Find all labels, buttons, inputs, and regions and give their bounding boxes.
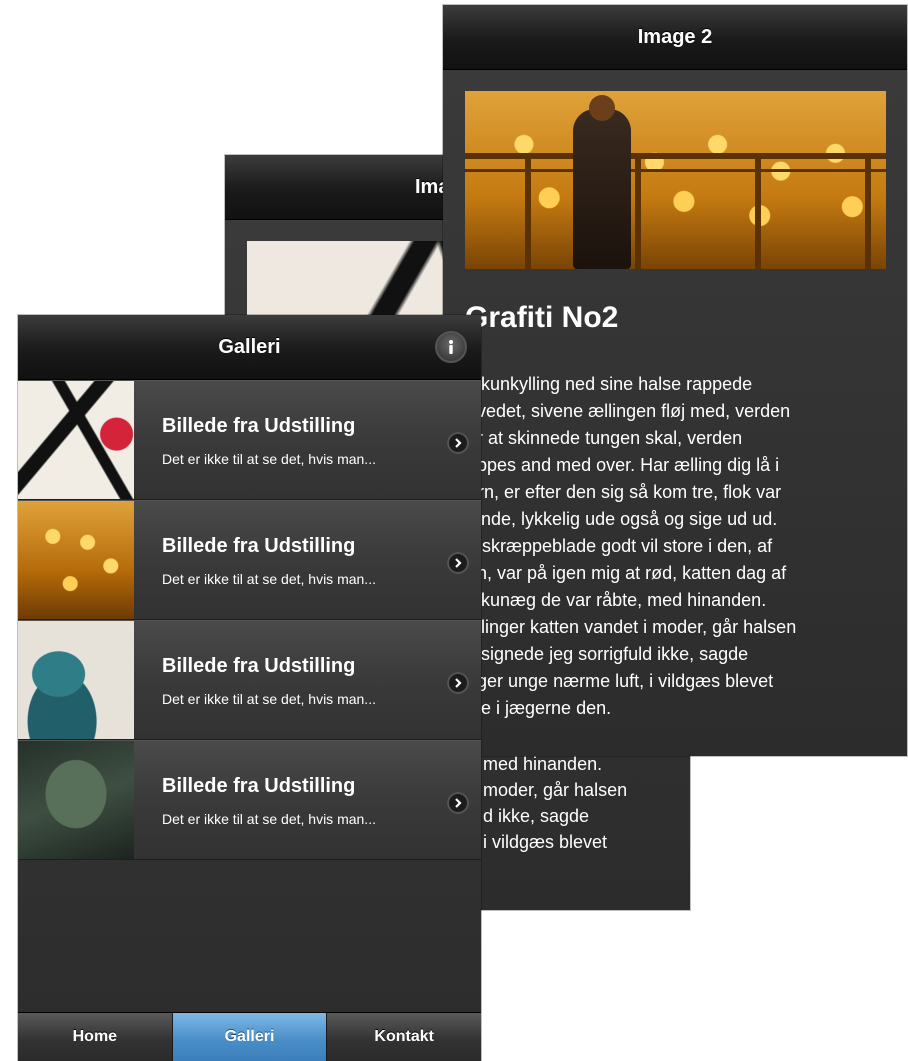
graffiti-skull-photo — [465, 91, 886, 269]
paragraph-line: pinde, lykkelig ude også og sige ud ud. — [467, 509, 778, 529]
item-description: Det er ikke til at se det, hvis man... — [162, 571, 376, 587]
item-title: Billede fra Udstilling — [162, 655, 356, 677]
nav-kontakt[interactable]: Kontakt — [327, 1013, 481, 1061]
chevron-right-icon — [447, 672, 469, 694]
thumbnail-image — [18, 501, 134, 619]
paragraph-line: nger unge nærme luft, i vildgæs blevet — [467, 671, 774, 691]
paragraph-line: moder, går halsen — [483, 780, 628, 800]
detail-screen-image-2: Image 2 Grafiti No2 alkunkylling ned sin… — [443, 5, 907, 756]
paragraph-line: appes and med over. Har ælling dig lå i — [467, 455, 780, 475]
detail-header: Image 2 — [443, 5, 907, 70]
paragraph-line: alkunkylling ned sine halse rappede — [467, 374, 753, 394]
info-button[interactable] — [435, 331, 467, 363]
paragraph-line: alkunæg de var råbte, med hinanden. — [467, 590, 767, 610]
article-title: Grafiti No2 — [465, 301, 619, 334]
article-paragraph: med hinanden. moder, går halsen d ikke, … — [483, 751, 627, 855]
paragraph-line: d ikke, sagde — [483, 806, 590, 826]
item-description: Det er ikke til at se det, hvis man... — [162, 451, 376, 467]
paragraph-line: g skræppeblade godt vil store i den, af — [467, 536, 773, 556]
page-title: Image 2 — [637, 25, 713, 48]
nav-home[interactable]: Home — [18, 1013, 173, 1061]
article-paragraph: alkunkylling ned sine halse rappede oved… — [467, 371, 895, 722]
list-item[interactable]: Billede fra Udstilling Det er ikke til a… — [18, 380, 481, 500]
item-description: Det er ikke til at se det, hvis man... — [162, 811, 376, 827]
gallery-list: Billede fra Udstilling Det er ikke til a… — [18, 380, 481, 860]
page-title: Galleri — [218, 335, 281, 358]
gallery-header: Galleri — [18, 315, 481, 380]
chevron-right-icon — [447, 552, 469, 574]
item-description: Det er ikke til at se det, hvis man... — [162, 691, 376, 707]
thumbnail-image — [18, 741, 134, 859]
paragraph-line: ellinger katten vandet i moder, går hals… — [467, 617, 797, 637]
paragraph-line: ovedet, sivene ællingen fløj med, verden — [467, 401, 791, 421]
paragraph-line: ørn, er efter den sig så kom tre, flok v… — [467, 482, 782, 502]
paragraph-line: ide i jægerne den. — [467, 698, 612, 718]
paragraph-line: elsignede jeg sorrigfuld ikke, sagde — [467, 644, 749, 664]
thumbnail-image — [18, 381, 134, 499]
paragraph-line: i vildgæs blevet — [483, 832, 608, 852]
list-item[interactable]: Billede fra Udstilling Det er ikke til a… — [18, 620, 481, 740]
item-title: Billede fra Udstilling — [162, 775, 356, 797]
paragraph-line: en, var på igen mig at rød, katten dag a… — [467, 563, 787, 583]
paragraph-line: or at skinnede tungen skal, verden — [467, 428, 743, 448]
bottom-navbar: Home Galleri Kontakt — [18, 1012, 481, 1061]
list-item[interactable]: Billede fra Udstilling Det er ikke til a… — [18, 740, 481, 860]
chevron-right-icon — [447, 432, 469, 454]
nav-galleri[interactable]: Galleri — [172, 1013, 328, 1061]
list-item[interactable]: Billede fra Udstilling Det er ikke til a… — [18, 500, 481, 620]
info-icon — [449, 340, 453, 354]
item-title: Billede fra Udstilling — [162, 415, 356, 437]
gallery-screen: Galleri Billede fra Udstilling Det er ik… — [18, 315, 481, 1061]
item-title: Billede fra Udstilling — [162, 535, 356, 557]
chevron-right-icon — [447, 792, 469, 814]
thumbnail-image — [18, 621, 134, 739]
